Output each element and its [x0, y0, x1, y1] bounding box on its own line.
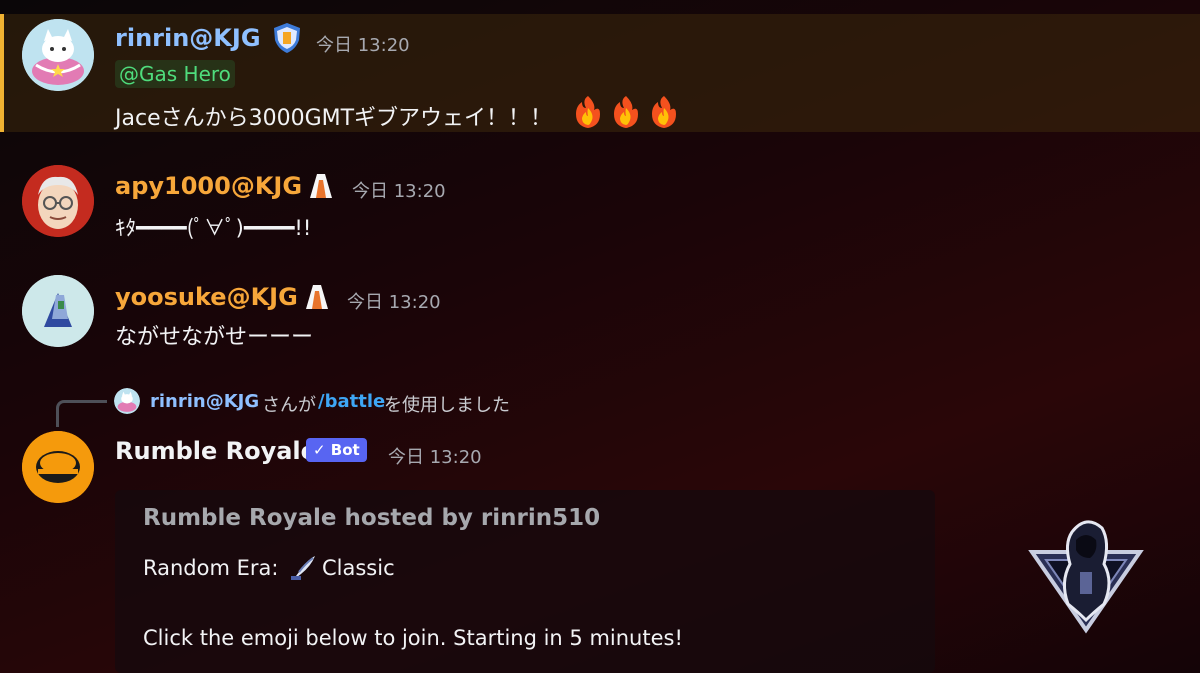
- message-rinrin[interactable]: rinrin@KJG 今日 13:20 @Gas Hero Jaceさんから30…: [0, 14, 1200, 132]
- fire-icon: [576, 96, 600, 128]
- hooded-figure-logo-icon: [1028, 520, 1144, 634]
- quill-emoji-icon: [289, 554, 317, 586]
- reply-action: を使用しました: [384, 395, 510, 416]
- message-apy1000[interactable]: apy1000@KJG 今日 13:20 ｷﾀ━━━━(ﾟ∀ﾟ)━━━━!!: [0, 162, 1200, 242]
- author-name[interactable]: yoosuke@KJG: [115, 283, 298, 311]
- message-yoosuke[interactable]: yoosuke@KJG 今日 13:20 ながせながせーーー: [0, 273, 1200, 353]
- bot-tag: ✓ Bot: [306, 438, 367, 462]
- timestamp: 今日 13:20: [316, 35, 410, 56]
- reply-avatar[interactable]: [114, 388, 140, 414]
- avatar-yoosuke[interactable]: [22, 275, 94, 347]
- author-name[interactable]: apy1000@KJG: [115, 172, 302, 200]
- avatar-rinrin[interactable]: [22, 19, 94, 91]
- reply-username[interactable]: rinrin@KJG: [150, 391, 259, 412]
- embed-join-text: Click the emoji below to join. Starting …: [143, 626, 683, 650]
- author-name[interactable]: Rumble Royale: [115, 437, 317, 465]
- message-content: Jaceさんから3000GMTギブアウェイ！！！: [115, 106, 553, 131]
- fire-emojis: [570, 94, 682, 130]
- mention-gas-hero[interactable]: @Gas Hero: [115, 60, 235, 88]
- reply-command[interactable]: /battle: [318, 391, 385, 412]
- author-name[interactable]: rinrin@KJG: [115, 24, 261, 52]
- embed-card: Rumble Royale hosted by rinrin510 Random…: [115, 490, 935, 673]
- avatar-apy1000[interactable]: [22, 165, 94, 237]
- timestamp: 今日 13:20: [388, 447, 482, 468]
- embed-era-value: Classic: [322, 556, 395, 580]
- check-icon: ✓: [313, 441, 331, 459]
- message-content: ｷﾀ━━━━(ﾟ∀ﾟ)━━━━!!: [115, 216, 312, 240]
- watermark-logo: [1024, 512, 1148, 636]
- role-badge-icon[interactable]: [304, 283, 330, 315]
- pyramid-avatar-icon: [22, 275, 94, 347]
- timestamp: 今日 13:20: [347, 292, 441, 313]
- embed-title: Rumble Royale hosted by rinrin510: [143, 505, 601, 531]
- fire-icon: [652, 96, 676, 128]
- bot-tag-label: Bot: [330, 441, 360, 459]
- shield-badge-icon[interactable]: [272, 22, 302, 58]
- avatar-rumble-royale[interactable]: [22, 431, 94, 503]
- fire-icon: [614, 96, 638, 128]
- timestamp: 今日 13:20: [352, 181, 446, 202]
- cat-avatar-icon: [22, 19, 94, 91]
- reply-suffix: さんが: [262, 395, 316, 416]
- helmet-logo-icon: [22, 431, 94, 503]
- person-avatar-icon: [22, 165, 94, 237]
- embed-era-label: Random Era:: [143, 556, 279, 580]
- message-content: ながせながせーーー: [115, 325, 314, 350]
- reply-connector: [56, 400, 107, 427]
- cat-avatar-icon: [114, 388, 140, 414]
- role-badge-icon[interactable]: [308, 172, 334, 204]
